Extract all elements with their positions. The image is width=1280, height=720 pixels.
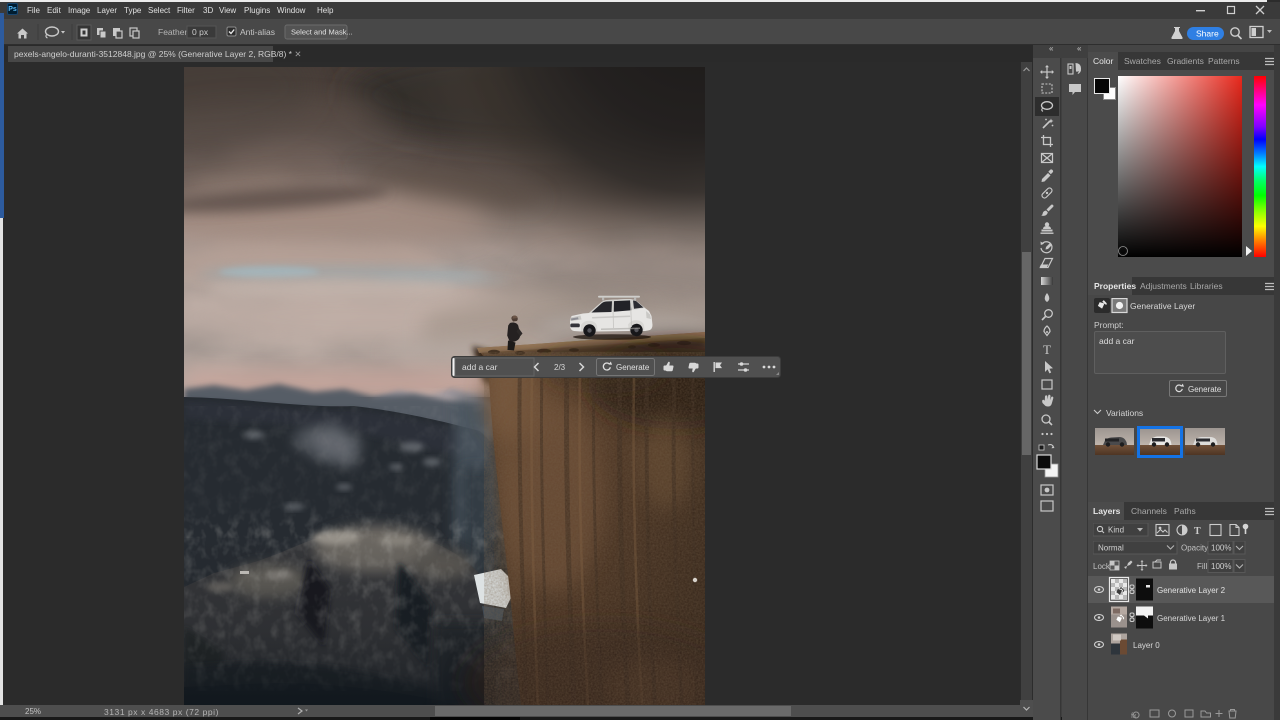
svg-text:add a car: add a car [462,362,498,372]
svg-text:Variations: Variations [1106,408,1143,418]
svg-text:Generate: Generate [616,363,650,372]
svg-text:Generative Layer: Generative Layer [1130,301,1195,311]
svg-text:Generative Layer 1: Generative Layer 1 [1157,614,1226,623]
svg-text:Normal: Normal [1098,544,1124,553]
svg-text:Opacity:: Opacity: [1181,544,1210,553]
svg-text:Anti-alias: Anti-alias [240,27,275,37]
svg-text:Share: Share [1196,29,1219,39]
svg-text:fx: fx [1131,713,1137,720]
svg-text:Select and Mask...: Select and Mask... [291,28,353,37]
svg-text:T: T [1194,526,1201,537]
svg-text:T: T [1043,342,1051,357]
svg-text:0 px: 0 px [192,27,209,37]
svg-text:Lock:: Lock: [1093,562,1112,571]
svg-text:100%: 100% [1211,562,1231,571]
svg-text:Layer 0: Layer 0 [1133,641,1160,650]
svg-text:Feather:: Feather: [158,27,190,37]
svg-text:Generative Layer 2: Generative Layer 2 [1157,586,1226,595]
svg-text:100%: 100% [1211,544,1231,553]
svg-text:Generate: Generate [1188,385,1222,394]
svg-text:2/3: 2/3 [554,363,566,372]
svg-text:Kind: Kind [1108,526,1124,535]
